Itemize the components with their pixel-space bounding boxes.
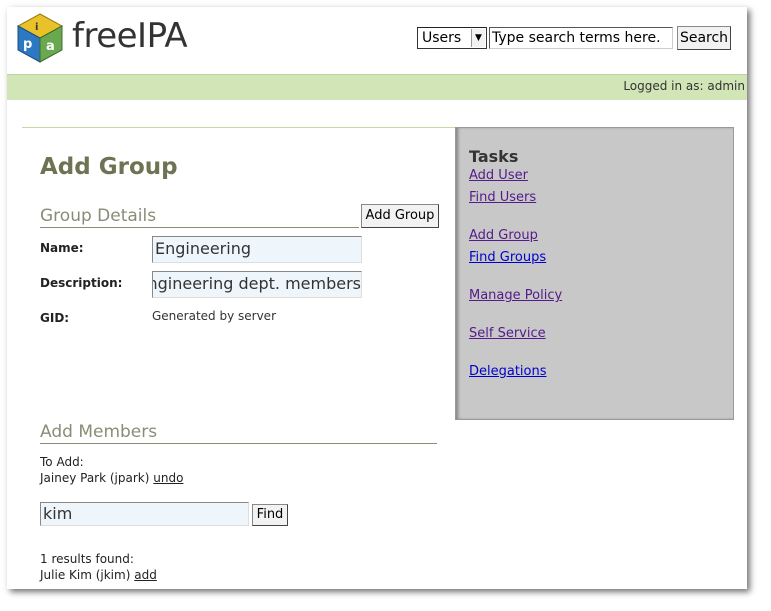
search-button[interactable]: Search bbox=[677, 26, 731, 50]
add-member-link[interactable]: add bbox=[134, 568, 157, 582]
name-field[interactable]: Engineering bbox=[152, 236, 362, 263]
gid-label: GID: bbox=[40, 311, 70, 325]
header: i p a freeIPA Users ▼ Type search terms … bbox=[7, 7, 747, 74]
pending-member-name: Jainey Park (jpark) bbox=[40, 471, 150, 485]
add-group-button[interactable]: Add Group bbox=[361, 204, 439, 228]
group-details-heading: Group Details bbox=[40, 206, 359, 228]
tasks-heading: Tasks bbox=[469, 147, 519, 166]
app-name: freeIPA bbox=[72, 16, 188, 56]
logged-in-text: Logged in as: admin bbox=[623, 79, 745, 93]
svg-text:a: a bbox=[46, 39, 55, 54]
result-name: Julie Kim (jkim) bbox=[40, 568, 131, 582]
add-members-heading: Add Members bbox=[40, 422, 437, 444]
pending-member-row: Jainey Park (jpark) undo bbox=[40, 471, 183, 485]
search-scope-select[interactable]: Users ▼ bbox=[417, 27, 487, 49]
self-service-link[interactable]: Self Service bbox=[469, 326, 546, 341]
gid-value: Generated by server bbox=[152, 309, 276, 323]
name-label: Name: bbox=[40, 241, 84, 255]
svg-text:p: p bbox=[23, 37, 32, 52]
browser-window: i p a freeIPA Users ▼ Type search terms … bbox=[7, 7, 747, 589]
description-value: Engineering dept. members bbox=[152, 274, 361, 293]
status-bar: Logged in as: admin bbox=[7, 74, 747, 100]
page-title: Add Group bbox=[40, 154, 178, 180]
svg-text:i: i bbox=[35, 22, 38, 33]
find-button[interactable]: Find bbox=[252, 504, 288, 526]
add-user-link[interactable]: Add User bbox=[469, 168, 528, 183]
results-summary: 1 results found: bbox=[40, 552, 134, 566]
freeipa-logo-icon: i p a bbox=[16, 13, 64, 63]
result-row: Julie Kim (jkim) add bbox=[40, 568, 157, 582]
tasks-sidebar: Tasks Add User Find Users Add Group Find… bbox=[455, 127, 734, 420]
description-field[interactable]: Engineering dept. members bbox=[152, 271, 362, 298]
search-input[interactable]: Type search terms here. bbox=[489, 27, 673, 49]
to-add-label: To Add: bbox=[40, 455, 84, 469]
chevron-down-icon: ▼ bbox=[471, 29, 485, 47]
add-group-link[interactable]: Add Group bbox=[469, 228, 538, 243]
manage-policy-link[interactable]: Manage Policy bbox=[469, 288, 562, 303]
search-scope-value: Users bbox=[422, 30, 462, 46]
description-label: Description: bbox=[40, 276, 123, 290]
find-users-link[interactable]: Find Users bbox=[469, 190, 536, 205]
find-groups-link[interactable]: Find Groups bbox=[469, 250, 546, 265]
delegations-link[interactable]: Delegations bbox=[469, 364, 547, 379]
main-content: Add Group Group Details Add Group Name: … bbox=[22, 127, 455, 589]
member-search-input[interactable]: kim bbox=[40, 502, 249, 526]
undo-link[interactable]: undo bbox=[153, 471, 183, 485]
